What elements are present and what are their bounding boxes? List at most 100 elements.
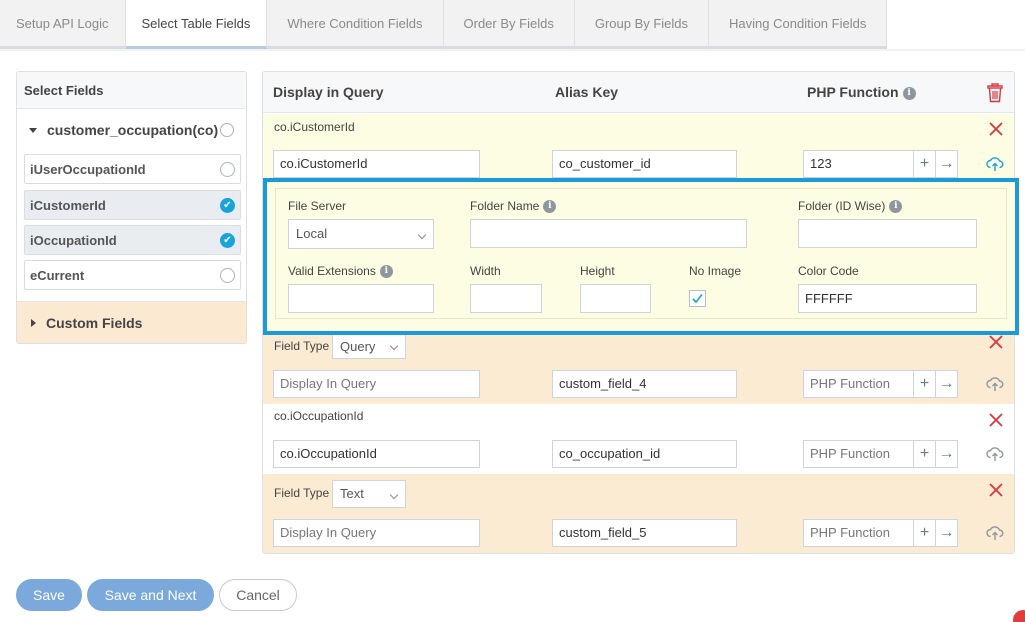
tab-label: Setup API Logic [16,15,109,31]
tab-label: Select Table Fields [141,15,251,31]
php-function-input[interactable]: PHP Function [803,519,914,547]
check-icon[interactable]: ✔ [220,233,235,248]
alias-key-input[interactable]: custom_field_4 [552,370,737,398]
add-icon[interactable]: + [913,519,936,547]
php-function-input[interactable]: PHP Function [803,370,914,398]
info-icon[interactable]: i [902,86,916,100]
field-radio[interactable] [220,268,235,283]
field-type-select[interactable]: Text [332,480,406,508]
file-settings-panel: File Server Local Folder Name i Folder (I… [263,178,1019,335]
header-php-function-label: PHP Function [807,84,899,100]
tab-having-condition-fields[interactable]: Having Condition Fields [709,0,888,49]
caret-down-icon [29,127,37,133]
row-field-name: co.iCustomerId [274,120,355,134]
cloud-upload-icon[interactable] [986,446,1004,462]
file-server-value: Local [296,226,328,241]
display-in-query-input[interactable]: Display In Query [273,519,480,547]
table-radio[interactable] [220,123,234,137]
table-node[interactable]: customer_occupation(co) [17,109,246,151]
help-badge-icon[interactable] [1013,610,1025,622]
field-item-ioccupationid[interactable]: iOccupationId ✔ [24,225,241,255]
check-icon[interactable]: ✔ [220,198,235,213]
field-type-label: Field Type [274,339,330,353]
display-in-query-input[interactable]: co.iOccupationId [273,440,480,468]
chevron-down-icon [389,490,399,500]
info-icon[interactable]: i [379,265,393,279]
field-type-value: Query [340,339,376,354]
field-item-iuseroccupationid[interactable]: iUserOccupationId [24,154,241,184]
height-input[interactable] [580,284,651,313]
field-radio[interactable] [220,162,235,177]
tab-group-by-fields[interactable]: Group By Fields [574,0,710,49]
field-label: iCustomerId [30,197,106,213]
field-label: eCurrent [30,267,85,283]
tab-bar: Setup API Logic Select Table Fields Wher… [0,0,1025,51]
tab-label: Where Condition Fields [287,15,423,31]
width-input[interactable] [470,284,542,313]
arrow-right-icon[interactable]: → [935,150,958,178]
info-icon[interactable]: i [889,200,903,214]
width-label: Width [470,264,501,278]
header-alias-key: Alias Key [555,84,619,100]
folder-id-wise-label: Folder (ID Wise) i [798,199,903,214]
valid-extensions-input[interactable] [288,284,434,313]
close-icon[interactable] [988,121,1004,137]
color-code-label: Color Code [798,264,859,278]
tab-label: Having Condition Fields [729,15,867,31]
field-item-ecurrent[interactable]: eCurrent [24,260,241,290]
php-function-input[interactable]: 123 [803,150,914,178]
trash-icon[interactable] [986,83,1004,103]
display-in-query-input[interactable]: Display In Query [273,370,480,398]
alias-key-input[interactable]: custom_field_5 [552,519,737,547]
cloud-upload-icon[interactable] [986,525,1004,541]
field-row: co.iCustomerId co.iCustomerId co_custome… [263,114,1014,179]
field-type-select[interactable]: Query [332,334,406,359]
close-icon[interactable] [988,334,1004,350]
add-icon[interactable]: + [913,150,936,178]
display-in-query-input[interactable]: co.iCustomerId [273,150,480,178]
custom-fields-label: Custom Fields [46,315,143,331]
add-icon[interactable]: + [913,440,936,468]
close-icon[interactable] [988,482,1004,498]
close-icon[interactable] [988,412,1004,428]
no-image-checkbox[interactable] [689,290,706,307]
save-button[interactable]: Save [16,579,82,611]
custom-fields-node[interactable]: Custom Fields [17,301,246,343]
cloud-upload-icon[interactable] [986,156,1004,172]
folder-name-label-text: Folder Name [470,199,540,213]
php-function-input[interactable]: PHP Function [803,440,914,468]
tab-setup-api-logic[interactable]: Setup API Logic [0,0,126,49]
info-icon[interactable]: i [543,200,557,214]
arrow-right-icon[interactable]: → [935,370,958,398]
tab-bar-filler [887,0,1025,49]
color-code-input[interactable]: FFFFFF [798,284,977,313]
field-item-icustomerid[interactable]: iCustomerId ✔ [24,190,241,220]
select-fields-panel: Select Fields customer_occupation(co) iU… [16,71,247,344]
field-type-label: Field Type [274,486,330,500]
save-and-next-button[interactable]: Save and Next [87,579,214,611]
field-type-value: Text [340,486,364,501]
height-label: Height [580,264,615,278]
file-server-select[interactable]: Local [288,219,434,249]
alias-key-input[interactable]: co_customer_id [552,150,737,178]
valid-extensions-label-text: Valid Extensions [288,264,376,278]
cancel-button[interactable]: Cancel [219,579,297,611]
arrow-right-icon[interactable]: → [935,440,958,468]
field-row: co.iOccupationId co.iOccupationId co_occ… [263,404,1014,474]
tab-select-table-fields[interactable]: Select Table Fields [125,0,268,49]
folder-name-input[interactable] [470,219,747,248]
chevron-down-icon [417,230,427,240]
cloud-upload-icon[interactable] [986,376,1004,392]
file-server-label: File Server [288,199,347,213]
folder-id-wise-input[interactable] [798,219,977,248]
arrow-right-icon[interactable]: → [935,519,958,547]
tab-label: Group By Fields [594,15,689,31]
tab-order-by-fields[interactable]: Order By Fields [443,0,575,49]
alias-key-input[interactable]: co_occupation_id [552,440,737,468]
row-field-name: co.iOccupationId [274,409,364,423]
tab-label: Order By Fields [463,15,554,31]
check-icon [692,294,703,304]
add-icon[interactable]: + [913,370,936,398]
tab-where-condition-fields[interactable]: Where Condition Fields [267,0,444,49]
no-image-label: No Image [689,264,742,278]
